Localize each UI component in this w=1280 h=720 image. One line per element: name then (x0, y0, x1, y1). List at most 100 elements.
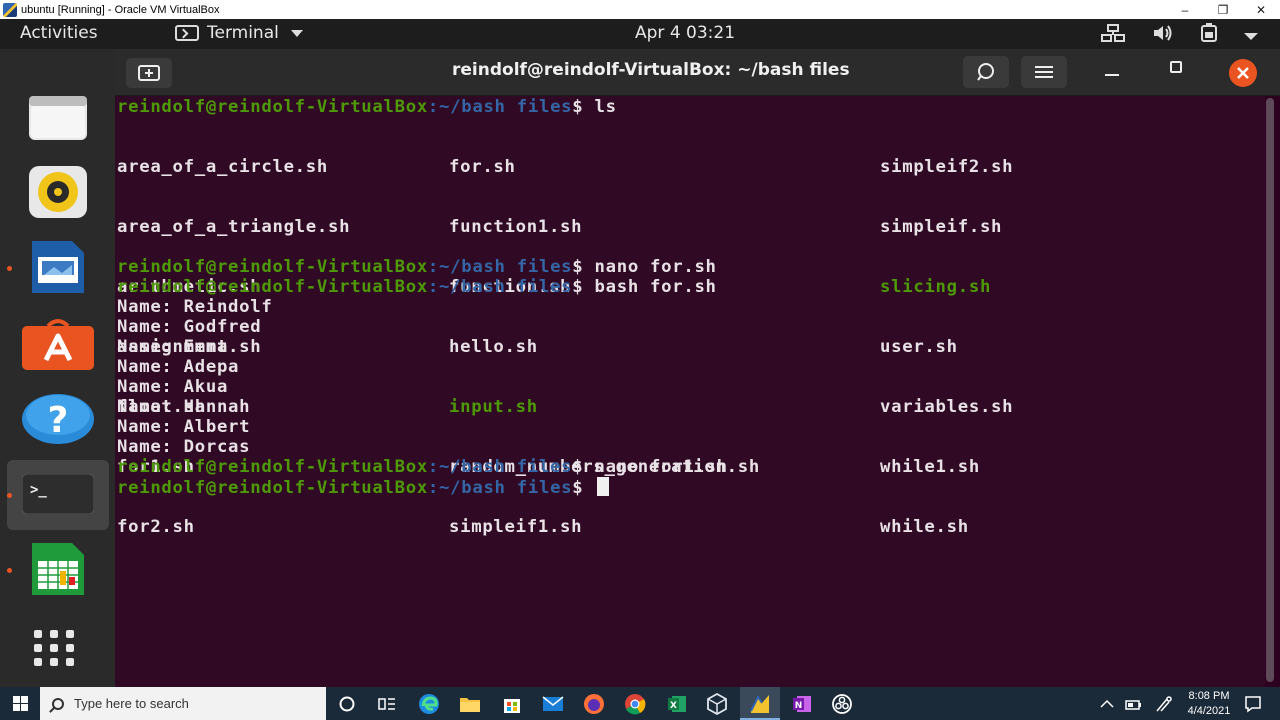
vbox-minimize-button[interactable]: – (1166, 0, 1204, 19)
taskbar-date: 4/4/2021 (1187, 705, 1231, 717)
activities-button[interactable]: Activities (20, 23, 98, 43)
output-line: Name: Godfred (117, 317, 262, 337)
prompt-path: :~/bash files (427, 277, 573, 297)
taskbar-onenote[interactable]: N (790, 692, 814, 716)
taskbar-virtualbox-vm[interactable] (748, 692, 772, 716)
ls-entry: simpleif2.sh (880, 157, 1014, 177)
ls-entry: while.sh (880, 517, 969, 537)
search-icon (52, 697, 64, 710)
command-text: nano for.sh (594, 257, 717, 277)
dock-show-applications[interactable] (22, 619, 94, 677)
obs-icon (832, 694, 852, 714)
libreoffice-impress-icon (32, 241, 84, 293)
output-line: Name: Dorcas (117, 437, 251, 457)
tray-show-hidden[interactable] (1095, 692, 1119, 716)
folder-icon (460, 698, 480, 712)
taskbar-mail[interactable] (541, 692, 565, 716)
taskbar-firefox[interactable] (582, 692, 606, 716)
clock[interactable]: Apr 4 03:21 (635, 23, 735, 43)
dock-files[interactable] (22, 88, 94, 146)
dock-ubuntu-software[interactable] (22, 315, 94, 373)
taskbar-clock[interactable]: 8:08 PM 4/4/2021 (1186, 689, 1232, 719)
prompt-path: :~/bash files (427, 97, 573, 117)
tray-network[interactable] (1152, 692, 1176, 716)
libreoffice-calc-icon (32, 543, 84, 595)
terminal-headerbar: reindolf@reindolf-VirtualBox: ~/bash fil… (115, 49, 1280, 96)
gnome-topbar: Activities Terminal Apr 4 03:21 (0, 19, 1280, 49)
ls-entry: for.sh (449, 157, 516, 177)
taskbar-edge[interactable] (417, 692, 441, 716)
app-menu-label: Terminal (207, 23, 279, 43)
action-center-button[interactable] (1241, 692, 1265, 716)
dock-help[interactable]: ? (22, 390, 94, 448)
ls-entry: function1.sh (449, 217, 583, 237)
terminal-current-prompt[interactable]: reindolf@reindolf-VirtualBox:~/bash file… (117, 477, 609, 498)
vbox-restore-button[interactable]: ❐ (1204, 0, 1242, 19)
taskbar-file-explorer[interactable] (458, 692, 482, 716)
terminal-output[interactable]: reindolf@reindolf-VirtualBox:~/bash file… (115, 96, 1265, 687)
prompt-user: reindolf@reindolf-VirtualBox (117, 457, 428, 477)
svg-text:?: ? (48, 400, 69, 441)
taskbar-store[interactable] (500, 692, 524, 716)
prompt-path: :~/bash files (427, 478, 573, 498)
prompt-path: :~/bash files (427, 257, 573, 277)
taskbar-virtualbox[interactable] (705, 692, 729, 716)
terminal-app-icon: >_ (22, 474, 94, 514)
search-icon (977, 63, 994, 81)
terminal-line-prompt: reindolf@reindolf-VirtualBox:~/bash file… (117, 257, 717, 277)
tray-battery[interactable] (1122, 692, 1146, 716)
dock-libreoffice-impress[interactable] (22, 238, 94, 296)
terminal-menu-button[interactable] (1021, 56, 1067, 88)
dock-terminal[interactable]: >_ (22, 465, 94, 523)
windows-taskbar: Type here to search X N 8:08 PM 4/4/2021 (0, 687, 1280, 720)
cortana-button[interactable] (335, 692, 359, 716)
taskbar-chrome[interactable] (623, 692, 647, 716)
network-icon (1100, 23, 1126, 48)
task-view-button[interactable] (375, 692, 399, 716)
app-menu-button[interactable]: Terminal (175, 23, 303, 43)
svg-text:X: X (670, 701, 677, 711)
terminal-line-prompt: reindolf@reindolf-VirtualBox:~/bash file… (117, 97, 617, 117)
dock-rhythmbox[interactable] (22, 163, 94, 221)
volume-icon (1152, 23, 1174, 48)
ls-column-3: simpleif2.sh simpleif.sh slicing.sh user… (880, 117, 1013, 577)
output-line: Name: Akua (117, 377, 229, 397)
terminal-close-button[interactable] (1229, 59, 1257, 87)
system-menu[interactable] (1100, 23, 1258, 48)
onenote-icon: N (793, 696, 811, 712)
firefox-icon (584, 694, 604, 714)
running-indicator (7, 493, 12, 498)
terminal-line-prompt: reindolf@reindolf-VirtualBox:~/bash file… (117, 457, 728, 477)
minimize-icon (1105, 74, 1119, 76)
taskbar-search-box[interactable]: Type here to search (40, 687, 326, 720)
network-tray-icon (1156, 696, 1172, 712)
terminal-scrollbar[interactable] (1266, 98, 1274, 682)
terminal-minimize-button[interactable] (1105, 61, 1119, 82)
svg-text:>_: >_ (30, 482, 47, 498)
taskbar-obs[interactable] (830, 692, 854, 716)
terminal-icon (175, 25, 199, 41)
terminal-line-prompt: reindolf@reindolf-VirtualBox:~/bash file… (117, 277, 717, 297)
chevron-down-icon (290, 29, 303, 37)
command-text: nano for1.sh (594, 457, 728, 477)
prompt-symbol: $ (572, 478, 595, 498)
ls-entry: user.sh (880, 337, 958, 357)
ls-entry: hello.sh (449, 337, 538, 357)
taskbar-time: 8:08 PM (1188, 690, 1230, 702)
terminal-maximize-button[interactable] (1170, 61, 1182, 73)
terminal-search-button[interactable] (963, 56, 1009, 88)
chevron-up-icon (1100, 699, 1114, 708)
chrome-icon (625, 694, 646, 715)
vbox-close-button[interactable]: ✕ (1242, 0, 1280, 19)
taskbar-excel[interactable]: X (665, 692, 689, 716)
dock-libreoffice-calc[interactable] (22, 540, 94, 598)
prompt-user: reindolf@reindolf-VirtualBox (117, 277, 428, 297)
start-button[interactable] (0, 687, 40, 720)
output-line: Name: Adepa (117, 357, 240, 377)
help-icon: ? (22, 394, 94, 444)
power-menu-icon (1244, 26, 1258, 46)
hamburger-menu-icon (1035, 66, 1053, 78)
battery-plug-icon (1125, 700, 1141, 710)
new-tab-button[interactable] (126, 58, 172, 88)
rhythmbox-icon (29, 166, 87, 218)
